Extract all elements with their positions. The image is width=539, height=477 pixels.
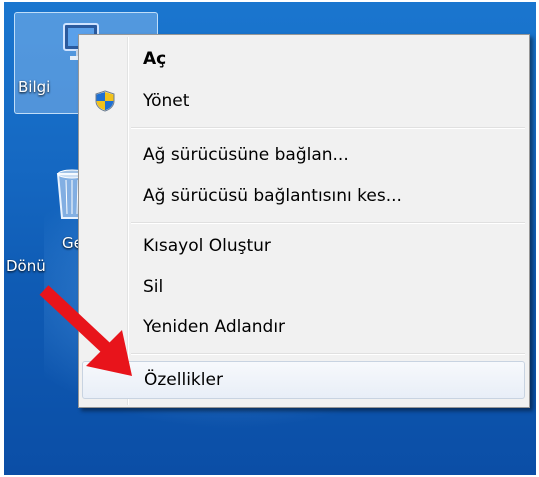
menu-item-label: Özellikler xyxy=(144,370,223,390)
menu-item-open[interactable]: Aç xyxy=(81,41,527,77)
menu-separator xyxy=(131,127,525,129)
menu-item-label: Ağ sürücüsü bağlantısını kes... xyxy=(143,186,402,206)
menu-item-label: Yönet xyxy=(143,91,190,111)
menu-item-label: Ağ sürücüsüne bağlan... xyxy=(143,145,349,165)
desktop: Bilgi Ge Dönü Aç Yönet Ağ sürücüsüne bağ… xyxy=(4,2,536,475)
context-menu: Aç Yönet Ağ sürücüsüne bağlan... Ağ sürü… xyxy=(78,34,530,408)
menu-separator xyxy=(131,222,525,224)
menu-item-label: Yeniden Adlandır xyxy=(143,317,286,337)
menu-item-rename[interactable]: Yeniden Adlandır xyxy=(81,309,527,345)
red-arrow-annotation xyxy=(39,285,132,376)
menu-item-label: Sil xyxy=(143,277,164,297)
recycle-bin-label-line2: Dönü xyxy=(6,257,46,275)
menu-item-map-network-drive[interactable]: Ağ sürücüsüne bağlan... xyxy=(81,137,527,173)
menu-item-delete[interactable]: Sil xyxy=(81,269,527,305)
menu-item-create-shortcut[interactable]: Kısayol Oluştur xyxy=(81,228,527,264)
menu-separator xyxy=(131,353,525,355)
menu-item-label: Kısayol Oluştur xyxy=(143,236,271,256)
menu-item-properties[interactable]: Özellikler xyxy=(82,361,525,399)
menu-item-label: Aç xyxy=(143,49,167,69)
computer-label: Bilgi xyxy=(18,78,51,96)
menu-item-manage[interactable]: Yönet xyxy=(81,83,527,119)
menu-item-disconnect-network-drive[interactable]: Ağ sürücüsü bağlantısını kes... xyxy=(81,178,527,214)
uac-shield-icon xyxy=(95,90,115,112)
